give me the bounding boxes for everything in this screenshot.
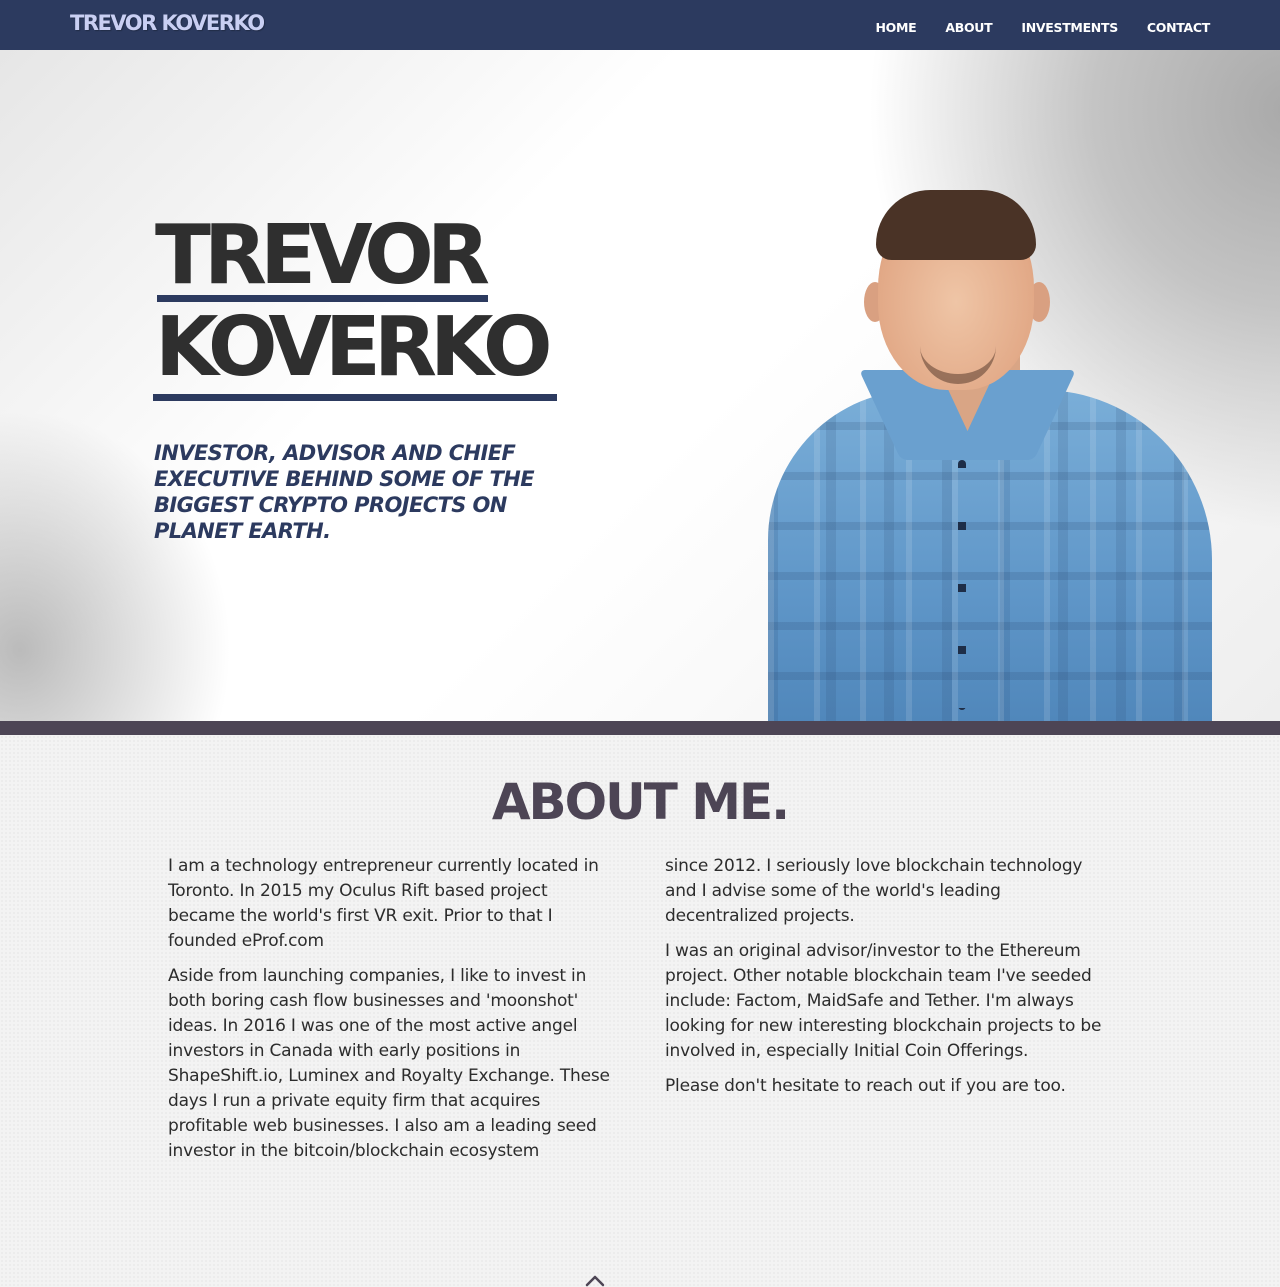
hero-name-underline-last xyxy=(153,394,557,401)
hero-tagline: INVESTOR, ADVISOR AND CHIEF EXECUTIVE BE… xyxy=(154,441,535,543)
about-column-right: since 2012. I seriously love blockchain … xyxy=(665,854,1110,1109)
hero-name-last: KOVERKO xyxy=(155,300,553,395)
chevron-up-icon[interactable] xyxy=(584,1273,606,1287)
hero-name-first: TREVOR xyxy=(155,208,490,303)
navbar: TREVOR KOVERKO HOME ABOUT INVESTMENTS CO… xyxy=(0,0,1280,50)
about-paragraph: I was an original advisor/investor to th… xyxy=(665,941,1102,1061)
about-column-left: I am a technology entrepreneur currently… xyxy=(168,854,618,1174)
nav-item-about: ABOUT xyxy=(945,17,992,36)
hero-section: TREVOR KOVERKO INVESTOR, ADVISOR AND CHI… xyxy=(0,50,1280,721)
portrait-shirt-buttons xyxy=(958,460,966,710)
hero-divider-bar xyxy=(0,721,1280,735)
main-nav: HOME ABOUT INVESTMENTS CONTACT xyxy=(846,17,1210,36)
nav-item-investments: INVESTMENTS xyxy=(1021,17,1118,36)
about-paragraph: I am a technology entrepreneur currently… xyxy=(168,856,599,951)
nav-link-investments[interactable]: INVESTMENTS xyxy=(1021,20,1118,35)
hero-name-heading: TREVOR KOVERKO xyxy=(155,210,615,394)
about-section: ABOUT ME. I am a technology entrepreneur… xyxy=(0,735,1280,1287)
hero-name-underline-first xyxy=(157,295,488,302)
nav-link-home[interactable]: HOME xyxy=(875,20,916,35)
nav-link-about[interactable]: ABOUT xyxy=(945,20,992,35)
portrait-hair xyxy=(876,190,1036,260)
about-paragraph: Please don't hesitate to reach out if yo… xyxy=(665,1076,1066,1096)
nav-link-contact[interactable]: CONTACT xyxy=(1147,20,1210,35)
about-paragraph: Aside from launching companies, I like t… xyxy=(168,966,610,1161)
about-paragraph: since 2012. I seriously love blockchain … xyxy=(665,856,1083,926)
about-title: ABOUT ME. xyxy=(491,773,790,831)
nav-item-home: HOME xyxy=(875,17,916,36)
nav-item-contact: CONTACT xyxy=(1147,17,1210,36)
portrait-photo xyxy=(760,190,1220,721)
brand-logo-link[interactable]: TREVOR KOVERKO xyxy=(70,11,265,35)
